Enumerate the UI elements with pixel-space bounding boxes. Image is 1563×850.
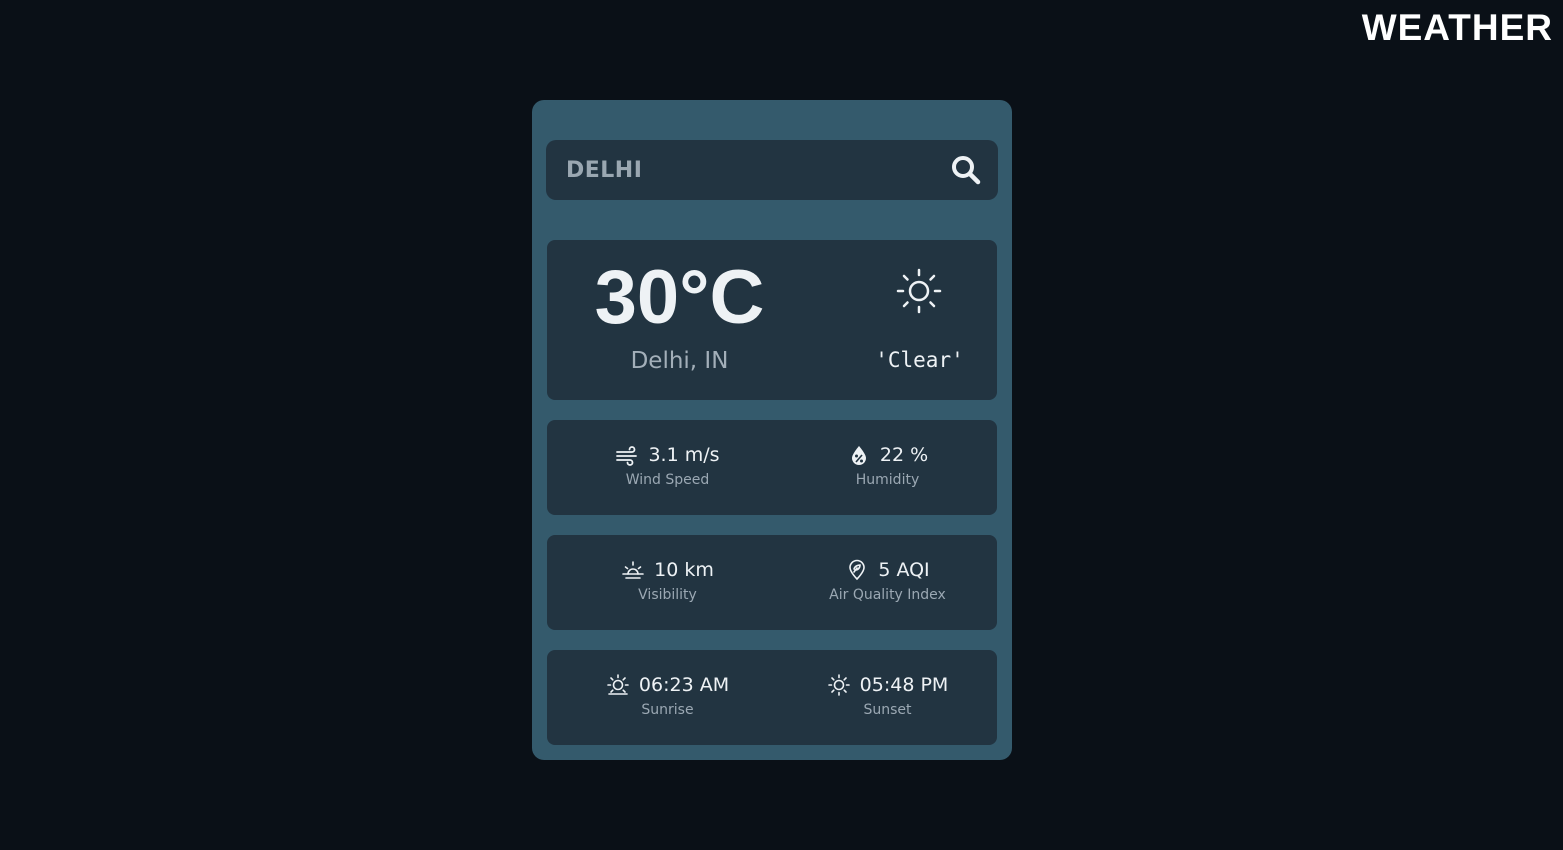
city-search-input[interactable]: [546, 140, 926, 200]
sunrise-value: 06:23 AM: [638, 674, 730, 696]
search-bar: [546, 140, 998, 200]
app-title: WEATHER: [1361, 7, 1553, 48]
sunset-label: Sunset: [863, 702, 912, 718]
sunrise-icon: [607, 674, 629, 695]
sunrise-label: Sunrise: [641, 702, 694, 718]
wind-speed-stat: 3.1 m/s Wind Speed: [555, 440, 780, 489]
sun-times-panel: 06:23 AM Sunrise 05:48 PM Sunset: [547, 650, 997, 745]
air-quality-label: Air Quality Index: [829, 587, 946, 603]
wind-humidity-panel: 3.1 m/s Wind Speed 22 % Humidity: [547, 420, 997, 515]
condition-label: 'Clear': [875, 348, 964, 372]
wind-speed-value: 3.1 m/s: [648, 444, 720, 466]
search-icon: [952, 156, 981, 185]
visibility-icon: [622, 561, 644, 579]
visibility-value: 10 km: [654, 559, 714, 581]
humidity-icon: [851, 446, 866, 465]
wind-speed-label: Wind Speed: [625, 472, 710, 488]
sun-icon: [896, 268, 942, 314]
humidity-label: Humidity: [855, 472, 920, 488]
humidity-value: 22 %: [879, 444, 929, 466]
current-weather-panel: 30°C Delhi, IN 'Clear': [547, 240, 997, 400]
sunset-icon: [827, 674, 850, 696]
sunset-value: 05:48 PM: [859, 674, 949, 696]
air-quality-value: 5 AQI: [878, 559, 930, 581]
humidity-stat: 22 % Humidity: [775, 440, 1000, 489]
weather-card: 30°C Delhi, IN 'Clear': [532, 100, 1012, 760]
search-button[interactable]: [948, 152, 984, 188]
sunrise-stat: 06:23 AM Sunrise: [555, 670, 780, 719]
wind-icon: [616, 446, 638, 466]
visibility-stat: 10 km Visibility: [555, 555, 780, 604]
air-quality-icon: [849, 559, 866, 581]
visibility-label: Visibility: [638, 587, 697, 603]
visibility-aqi-panel: 10 km Visibility 5 AQI Air Quality Index: [547, 535, 997, 630]
sunset-stat: 05:48 PM Sunset: [775, 670, 1000, 719]
temperature: 30°C: [594, 255, 765, 340]
air-quality-stat: 5 AQI Air Quality Index: [775, 555, 1000, 604]
location-label: Delhi, IN: [630, 348, 729, 374]
